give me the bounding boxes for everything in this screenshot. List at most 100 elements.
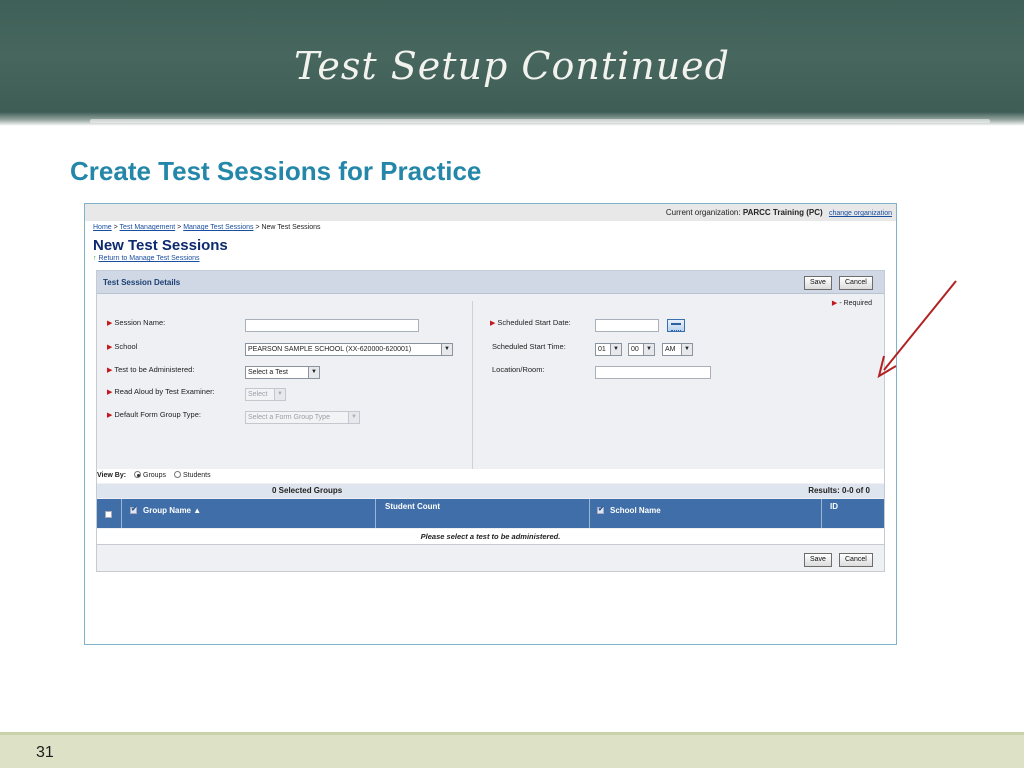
up-arrow-icon: ↑ bbox=[93, 255, 97, 262]
breadcrumb-manage-sessions-link[interactable]: Manage Test Sessions bbox=[183, 224, 253, 231]
test-select[interactable]: Select a Test ▼ bbox=[245, 366, 320, 379]
required-marker-icon: ▶ bbox=[831, 300, 838, 307]
group-name-header-label: Group Name ▲ bbox=[143, 506, 202, 515]
org-label: Current organization: bbox=[665, 208, 741, 217]
start-date-label-text: Scheduled Start Date: bbox=[497, 318, 571, 327]
location-input[interactable] bbox=[595, 366, 711, 379]
breadcrumb-separator: > bbox=[175, 224, 184, 231]
form-group-select[interactable]: Select a Form Group Type ▼ bbox=[245, 411, 360, 424]
change-organization-link[interactable]: change organization bbox=[829, 210, 892, 217]
school-name-header-label: School Name bbox=[610, 506, 661, 515]
start-ampm-select[interactable]: AM ▼ bbox=[662, 343, 693, 356]
save-button-bottom[interactable]: Save bbox=[804, 553, 832, 567]
chevron-down-icon: ▼ bbox=[643, 344, 654, 355]
start-date-input[interactable] bbox=[595, 319, 659, 332]
view-by-bar: View By: Groups Students bbox=[97, 469, 884, 483]
organization-bar: Current organization: PARCC Training (PC… bbox=[85, 204, 896, 221]
view-by-students-radio[interactable] bbox=[173, 471, 181, 478]
form-group-label-text: Default Form Group Type: bbox=[114, 410, 201, 419]
slide-page-number: 31 bbox=[36, 744, 54, 761]
required-note: ▶ - Required bbox=[832, 299, 872, 307]
grid-header: Group Name ▲ Student Count School Name I… bbox=[97, 499, 884, 528]
chevron-down-icon: ▼ bbox=[308, 367, 319, 378]
cancel-button-top[interactable]: Cancel bbox=[839, 276, 873, 290]
start-time-label: Scheduled Start Time: bbox=[492, 342, 566, 351]
required-marker-icon: ▶ bbox=[107, 367, 113, 374]
start-minute-select[interactable]: 00 ▼ bbox=[628, 343, 655, 356]
start-ampm-value: AM bbox=[665, 346, 676, 353]
return-link[interactable]: ↑ Return to Manage Test Sessions bbox=[93, 255, 200, 262]
read-aloud-select[interactable]: Select ▼ bbox=[245, 388, 286, 401]
save-button-top[interactable]: Save bbox=[804, 276, 832, 290]
calendar-icon[interactable] bbox=[667, 319, 685, 332]
read-aloud-select-value: Select bbox=[248, 391, 268, 398]
select-all-cell bbox=[105, 510, 112, 519]
view-by-groups-radio[interactable] bbox=[134, 471, 142, 478]
slide-footer-bar bbox=[0, 732, 1024, 768]
breadcrumb-current: New Test Sessions bbox=[261, 224, 321, 231]
chevron-down-icon: ▼ bbox=[274, 389, 285, 400]
chalk-divider bbox=[90, 119, 990, 123]
column-separator bbox=[375, 499, 376, 528]
panel-footer: Save Cancel bbox=[97, 546, 884, 571]
column-separator bbox=[589, 499, 590, 528]
org-name: PARCC Training (PC) bbox=[742, 208, 823, 217]
grid-empty-message: Please select a test to be administered. bbox=[97, 529, 884, 545]
group-name-header[interactable]: Group Name ▲ bbox=[130, 505, 202, 515]
test-label-text: Test to be Administered: bbox=[114, 365, 195, 374]
chevron-down-icon: ▼ bbox=[348, 412, 359, 423]
student-count-header[interactable]: Student Count bbox=[385, 502, 440, 511]
pointer-arrow-icon bbox=[877, 280, 957, 379]
slide: Test Setup Continued Create Test Session… bbox=[0, 0, 1024, 768]
read-aloud-label-text: Read Aloud by Test Examiner: bbox=[114, 387, 215, 396]
school-name-header[interactable]: School Name bbox=[597, 505, 661, 515]
results-count: Results: 0-0 of 0 bbox=[808, 486, 870, 495]
slide-title: Test Setup Continued bbox=[293, 44, 730, 88]
required-marker-icon: ▶ bbox=[107, 344, 113, 351]
test-session-details-panel: Test Session Details Save Cancel ▶ - Requ… bbox=[96, 270, 885, 572]
group-name-column-checkbox[interactable] bbox=[130, 505, 137, 514]
start-hour-select[interactable]: 01 ▼ bbox=[595, 343, 622, 356]
panel-title: Test Session Details bbox=[97, 271, 884, 294]
session-name-label: ▶ Session Name: bbox=[107, 318, 165, 327]
start-minute-value: 00 bbox=[631, 346, 639, 353]
chevron-down-icon: ▼ bbox=[441, 344, 452, 355]
required-marker-icon: ▶ bbox=[107, 412, 113, 419]
form-group-label: ▶ Default Form Group Type: bbox=[107, 410, 201, 419]
page-title: New Test Sessions bbox=[93, 237, 228, 254]
view-by-groups-label: Groups bbox=[143, 472, 166, 479]
school-select[interactable]: PEARSON SAMPLE SCHOOL (XX-620000-620001)… bbox=[245, 343, 453, 356]
start-hour-value: 01 bbox=[598, 346, 606, 353]
column-separator bbox=[821, 499, 822, 528]
breadcrumb-test-management-link[interactable]: Test Management bbox=[120, 224, 176, 231]
school-label: ▶ School bbox=[107, 342, 137, 351]
test-select-value: Select a Test bbox=[248, 369, 288, 376]
form-group-select-value: Select a Form Group Type bbox=[248, 414, 330, 421]
app-screenshot: Current organization: PARCC Training (PC… bbox=[84, 203, 897, 645]
required-marker-icon: ▶ bbox=[107, 320, 113, 327]
breadcrumb: Home > Test Management > Manage Test Ses… bbox=[93, 224, 321, 231]
required-note-text: - Required bbox=[839, 300, 872, 307]
grid-summary-bar: 0 Selected Groups Results: 0-0 of 0 bbox=[97, 484, 884, 498]
cancel-button-bottom[interactable]: Cancel bbox=[839, 553, 873, 567]
test-label: ▶ Test to be Administered: bbox=[107, 365, 194, 374]
start-date-label: ▶ Scheduled Start Date: bbox=[490, 318, 571, 327]
view-by-label: View By: bbox=[97, 472, 127, 479]
session-name-label-text: Session Name: bbox=[114, 318, 166, 327]
chevron-down-icon: ▼ bbox=[610, 344, 621, 355]
slide-subtitle: Create Test Sessions for Practice bbox=[70, 156, 482, 186]
column-divider bbox=[472, 301, 473, 469]
school-name-column-checkbox[interactable] bbox=[597, 505, 604, 514]
column-separator bbox=[121, 499, 122, 528]
chevron-down-icon: ▼ bbox=[681, 344, 692, 355]
breadcrumb-separator: > bbox=[111, 224, 120, 231]
breadcrumb-home-link[interactable]: Home bbox=[93, 224, 112, 231]
read-aloud-label: ▶ Read Aloud by Test Examiner: bbox=[107, 387, 215, 396]
pointer-arrow-shaft bbox=[883, 280, 957, 371]
select-all-checkbox[interactable] bbox=[105, 511, 112, 518]
location-label: Location/Room: bbox=[492, 365, 545, 374]
required-marker-icon: ▶ bbox=[490, 320, 496, 327]
return-link-label: Return to Manage Test Sessions bbox=[98, 255, 200, 262]
session-name-input[interactable] bbox=[245, 319, 419, 332]
id-header[interactable]: ID bbox=[830, 502, 838, 511]
